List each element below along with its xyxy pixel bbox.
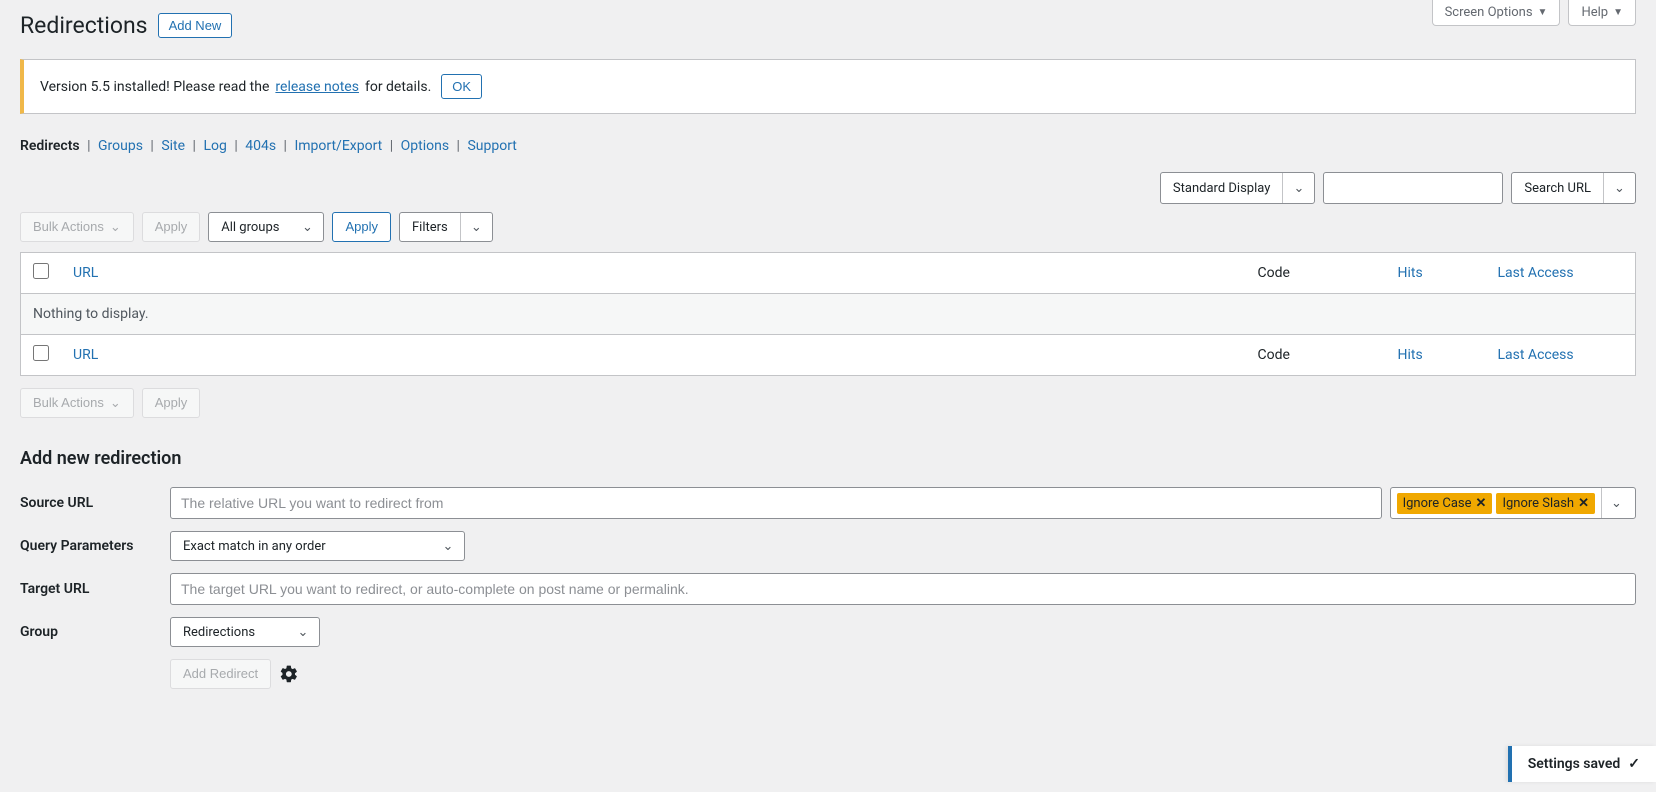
screen-options-label: Screen Options bbox=[1445, 5, 1533, 20]
chevron-down-icon: ⌄ bbox=[460, 213, 492, 241]
page-title: Redirections bbox=[20, 12, 148, 39]
subnav-options[interactable]: Options bbox=[401, 138, 449, 154]
subnav-log[interactable]: Log bbox=[203, 138, 226, 154]
chevron-down-icon: ⌄ bbox=[1601, 488, 1631, 518]
chevron-down-icon: ⌄ bbox=[1282, 173, 1314, 203]
col-hits-header[interactable]: Hits bbox=[1398, 265, 1423, 281]
query-params-label: Query Parameters bbox=[20, 538, 170, 554]
version-notice: Version 5.5 installed! Please read the r… bbox=[20, 59, 1636, 114]
col-url-header[interactable]: URL bbox=[73, 265, 98, 281]
add-redirection-title: Add new redirection bbox=[20, 448, 1636, 469]
target-url-input[interactable] bbox=[170, 573, 1636, 605]
help-tab[interactable]: Help ▼ bbox=[1568, 0, 1636, 26]
chevron-down-icon: ⌄ bbox=[110, 213, 121, 241]
chevron-down-icon: ▼ bbox=[1613, 7, 1623, 18]
col-url-footer[interactable]: URL bbox=[73, 347, 98, 363]
close-icon: ✕ bbox=[1578, 496, 1589, 511]
filters-label: Filters bbox=[400, 220, 460, 235]
apply-group-filter-button[interactable]: Apply bbox=[332, 212, 391, 242]
chevron-down-icon: ⌄ bbox=[110, 389, 121, 417]
toast-message: Settings saved bbox=[1528, 756, 1621, 772]
ignore-case-label: Ignore Case bbox=[1403, 496, 1472, 511]
source-flags-select[interactable]: Ignore Case ✕ Ignore Slash ✕ ⌄ bbox=[1390, 487, 1636, 519]
display-mode-select[interactable]: Standard Display ⌄ bbox=[1160, 172, 1315, 204]
subnav-groups[interactable]: Groups bbox=[98, 138, 143, 154]
settings-saved-toast: Settings saved ✓ bbox=[1508, 746, 1656, 782]
col-last-header[interactable]: Last Access bbox=[1498, 265, 1574, 281]
help-label: Help bbox=[1581, 5, 1608, 20]
group-filter-value: All groups bbox=[209, 220, 291, 235]
filters-select[interactable]: Filters ⌄ bbox=[399, 212, 493, 242]
chevron-down-icon: ⌄ bbox=[1603, 173, 1635, 203]
display-mode-value: Standard Display bbox=[1161, 181, 1282, 196]
bulk-actions-label-bottom: Bulk Actions bbox=[33, 389, 104, 417]
apply-bulk-button-bottom[interactable]: Apply bbox=[142, 388, 201, 418]
ignore-slash-label: Ignore Slash bbox=[1502, 496, 1574, 511]
target-url-label: Target URL bbox=[20, 581, 170, 597]
col-code-header: Code bbox=[1246, 253, 1386, 294]
col-hits-footer[interactable]: Hits bbox=[1398, 347, 1423, 363]
search-input[interactable] bbox=[1323, 172, 1503, 204]
close-icon: ✕ bbox=[1476, 496, 1487, 511]
subnav-redirects[interactable]: Redirects bbox=[20, 138, 80, 154]
group-value: Redirections bbox=[171, 625, 287, 640]
add-new-button[interactable]: Add New bbox=[158, 13, 233, 38]
group-filter-select[interactable]: All groups ⌄ bbox=[208, 212, 324, 242]
bulk-actions-select-bottom[interactable]: Bulk Actions ⌄ bbox=[20, 388, 134, 418]
subnav-support[interactable]: Support bbox=[467, 138, 516, 154]
notice-suffix: for details. bbox=[365, 79, 431, 95]
chevron-down-icon: ⌄ bbox=[432, 532, 464, 560]
add-redirect-button[interactable]: Add Redirect bbox=[170, 659, 271, 689]
apply-bulk-button[interactable]: Apply bbox=[142, 212, 201, 242]
group-select[interactable]: Redirections ⌄ bbox=[170, 617, 320, 647]
subnav-site[interactable]: Site bbox=[161, 138, 185, 154]
select-all-checkbox[interactable] bbox=[33, 263, 49, 279]
group-label: Group bbox=[20, 624, 170, 640]
ignore-slash-tag[interactable]: Ignore Slash ✕ bbox=[1496, 493, 1595, 514]
empty-message: Nothing to display. bbox=[21, 294, 1636, 335]
query-params-value: Exact match in any order bbox=[171, 539, 432, 554]
sub-nav: Redirects | Groups | Site | Log | 404s |… bbox=[20, 138, 1636, 154]
notice-prefix: Version 5.5 installed! Please read the bbox=[40, 79, 269, 95]
screen-options-tab[interactable]: Screen Options ▼ bbox=[1432, 0, 1561, 26]
col-code-footer: Code bbox=[1246, 335, 1386, 376]
select-all-checkbox-footer[interactable] bbox=[33, 345, 49, 361]
release-notes-link[interactable]: release notes bbox=[275, 79, 359, 95]
ignore-case-tag[interactable]: Ignore Case ✕ bbox=[1397, 493, 1493, 514]
search-url-select[interactable]: Search URL ⌄ bbox=[1511, 172, 1636, 204]
col-last-footer[interactable]: Last Access bbox=[1498, 347, 1574, 363]
chevron-down-icon: ▼ bbox=[1538, 7, 1548, 18]
check-icon: ✓ bbox=[1628, 756, 1640, 772]
gear-icon[interactable] bbox=[279, 664, 299, 684]
source-url-input[interactable] bbox=[170, 487, 1382, 519]
chevron-down-icon: ⌄ bbox=[291, 213, 323, 241]
bulk-actions-select[interactable]: Bulk Actions ⌄ bbox=[20, 212, 134, 242]
subnav-404s[interactable]: 404s bbox=[245, 138, 276, 154]
bulk-actions-label: Bulk Actions bbox=[33, 213, 104, 241]
search-url-label: Search URL bbox=[1512, 181, 1603, 196]
query-params-select[interactable]: Exact match in any order ⌄ bbox=[170, 531, 465, 561]
subnav-import-export[interactable]: Import/Export bbox=[294, 138, 382, 154]
notice-ok-button[interactable]: OK bbox=[441, 74, 482, 99]
chevron-down-icon: ⌄ bbox=[287, 618, 319, 646]
redirects-table: URL Code Hits Last Access Nothing to dis… bbox=[20, 252, 1636, 376]
source-url-label: Source URL bbox=[20, 495, 170, 511]
